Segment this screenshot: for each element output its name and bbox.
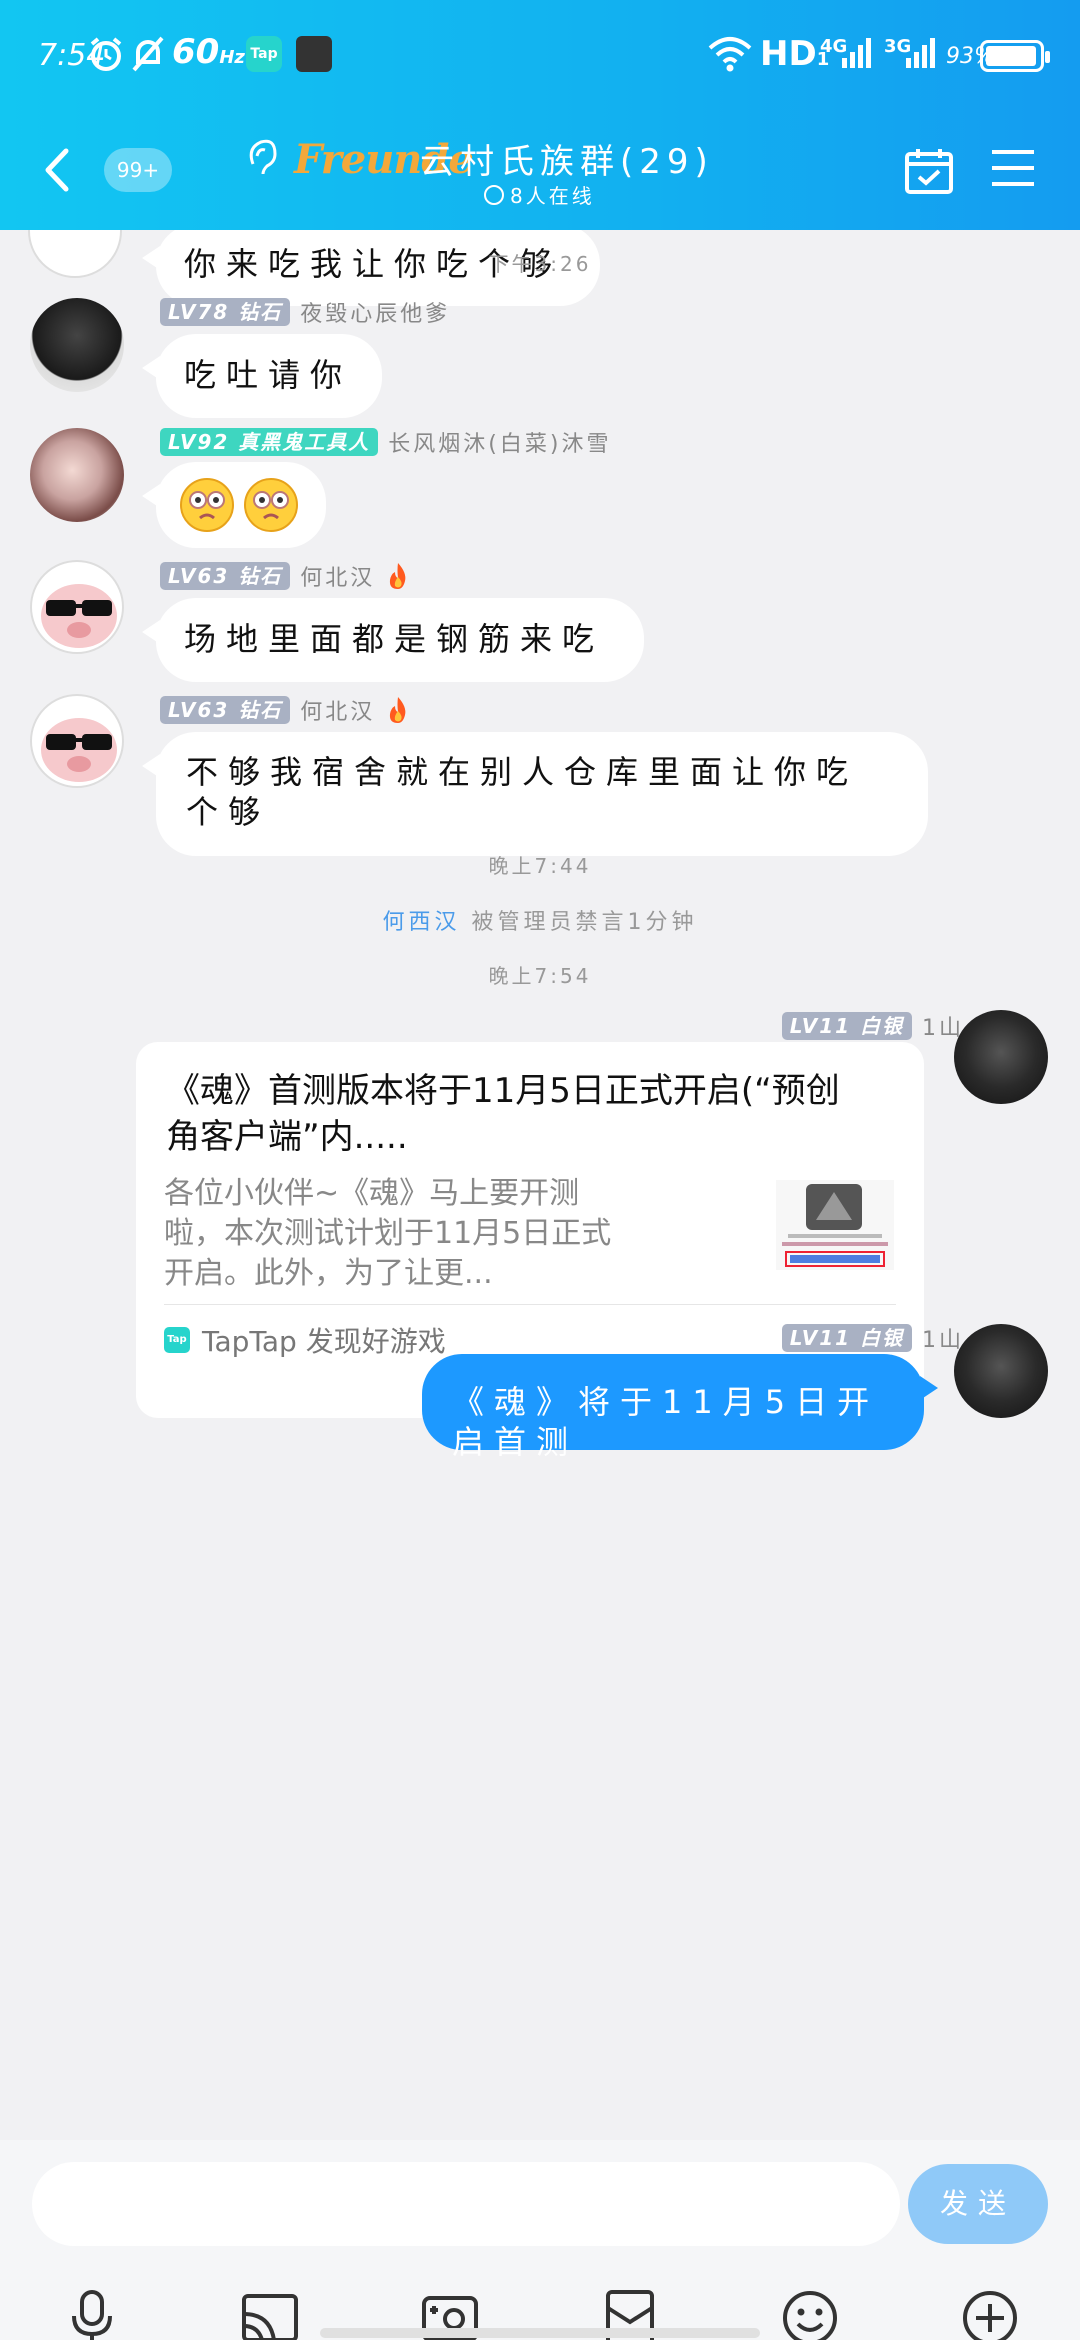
back-arrow-icon[interactable] <box>36 145 80 195</box>
input-area: 发送 <box>0 2140 1080 2340</box>
message-bubble[interactable]: 吃吐请你 <box>142 334 382 418</box>
microphone-icon[interactable] <box>62 2288 122 2340</box>
hd-label: HD1 <box>760 34 830 74</box>
sender-name[interactable]: 1山 <box>922 1322 964 1354</box>
avatar[interactable] <box>30 560 124 654</box>
cast-icon[interactable] <box>240 2288 300 2340</box>
emoji-icon[interactable] <box>780 2288 840 2340</box>
signal-bars-icon <box>842 38 871 68</box>
level-badge: LV92 真黑鬼工具人 <box>160 428 379 456</box>
menu-icon[interactable] <box>990 148 1036 188</box>
refresh-rate: 60Hz <box>172 32 245 72</box>
mail-notification-icon <box>296 36 332 72</box>
chat-header: 7:54 60Hz Tap HD1 4G 3G 93% 99+ Freunde … <box>0 0 1080 230</box>
fire-icon <box>390 697 406 723</box>
card-divider <box>164 1304 896 1305</box>
pig-sunglasses-avatar-icon <box>41 584 117 648</box>
mute-bell-icon <box>132 36 164 72</box>
card-title: 《魂》首测版本将于11月5日正式开启(“预创角客户端”内..... <box>166 1071 840 1157</box>
pig-sunglasses-avatar-icon <box>41 718 117 782</box>
timestamp: 下午3:26 <box>488 252 592 276</box>
avatar[interactable] <box>30 428 124 522</box>
fire-icon <box>390 563 406 589</box>
muted-user-link[interactable]: 何西汉 <box>382 910 460 935</box>
card-source-text: TapTap 发现好游戏 <box>202 1325 446 1358</box>
signal-bars-icon-2 <box>906 38 935 68</box>
sender-meta: LV92 真黑鬼工具人 长风烟沐(白菜)沐雪 <box>160 426 611 458</box>
level-badge: LV11 白银 <box>781 1012 912 1040</box>
sender-name[interactable]: 何北汉 <box>300 560 375 592</box>
sender-name[interactable]: 长风烟沐(白菜)沐雪 <box>388 426 611 458</box>
message-bubble[interactable]: 场地里面都是钢筋来吃 <box>142 598 644 682</box>
chevron-down-icon <box>484 184 504 205</box>
battery-icon <box>980 40 1050 72</box>
message-input[interactable] <box>32 2162 900 2246</box>
sender-name[interactable]: 夜毁心辰他爹 <box>300 296 450 328</box>
sender-meta: LV63 钻石 何北汉 <box>160 560 411 592</box>
dizzy-emoji-icon <box>180 478 234 532</box>
card-description: 各位小伙伴~《魂》马上要开测啦，本次测试计划于11月5日正式开启。此外，为了让更… <box>164 1176 612 1291</box>
level-badge: LV63 钻石 <box>160 696 291 724</box>
send-button[interactable]: 发送 <box>908 2164 1048 2244</box>
sender-meta: LV11 白银 1山 <box>781 1010 964 1042</box>
level-badge: LV11 白银 <box>781 1324 912 1352</box>
card-source: Tap TapTap 发现好游戏 <box>164 1320 446 1360</box>
timestamp: 晚上7:44 <box>488 854 592 878</box>
own-message-bubble[interactable]: 《魂》将于11月5日开启首测 <box>422 1354 938 1461</box>
message-bubble[interactable]: 不够我宿舍就在别人仓库里面让你吃个够 <box>142 732 928 856</box>
level-badge: LV63 钻石 <box>160 562 291 590</box>
wifi-icon <box>708 37 752 72</box>
card-thumbnail <box>776 1180 894 1270</box>
avatar[interactable] <box>954 1010 1048 1104</box>
message-list[interactable]: 你来吃我让你吃个够 下午3:26 LV78 钻石 夜毁心辰他爹 吃吐请你 LV9… <box>0 230 1080 2140</box>
plus-icon[interactable] <box>960 2288 1020 2340</box>
gesture-bar[interactable] <box>320 2328 760 2338</box>
sender-meta: LV78 钻石 夜毁心辰他爹 <box>160 296 450 328</box>
calendar-check-icon[interactable] <box>904 146 954 196</box>
sender-meta: LV63 钻石 何北汉 <box>160 694 411 726</box>
timestamp: 晚上7:54 <box>488 964 592 988</box>
system-notice: 何西汉 被管理员禁言1分钟 <box>0 904 1080 936</box>
dizzy-emoji-icon <box>244 478 298 532</box>
group-title[interactable]: 云村氏族群(29) <box>420 134 714 183</box>
avatar[interactable] <box>30 298 124 392</box>
emoji-message-bubble[interactable] <box>142 462 326 548</box>
sender-name[interactable]: 何北汉 <box>300 694 375 726</box>
status-bar: 7:54 60Hz Tap HD1 4G 3G 93% <box>0 0 1080 110</box>
taptap-icon: Tap <box>164 1327 190 1353</box>
level-badge: LV78 钻石 <box>160 298 291 326</box>
online-status[interactable]: 8人在线 <box>484 180 595 209</box>
sender-meta: LV11 白银 1山 <box>781 1322 964 1354</box>
earpiece-mode-icon[interactable] <box>245 138 279 178</box>
avatar[interactable] <box>954 1324 1048 1418</box>
unread-badge[interactable]: 99+ <box>104 148 172 192</box>
taptap-notification-icon: Tap <box>246 36 282 72</box>
online-count: 8人在线 <box>510 184 595 208</box>
alarm-icon <box>90 37 122 71</box>
system-notice-text: 被管理员禁言1分钟 <box>471 910 698 935</box>
avatar[interactable] <box>30 694 124 788</box>
